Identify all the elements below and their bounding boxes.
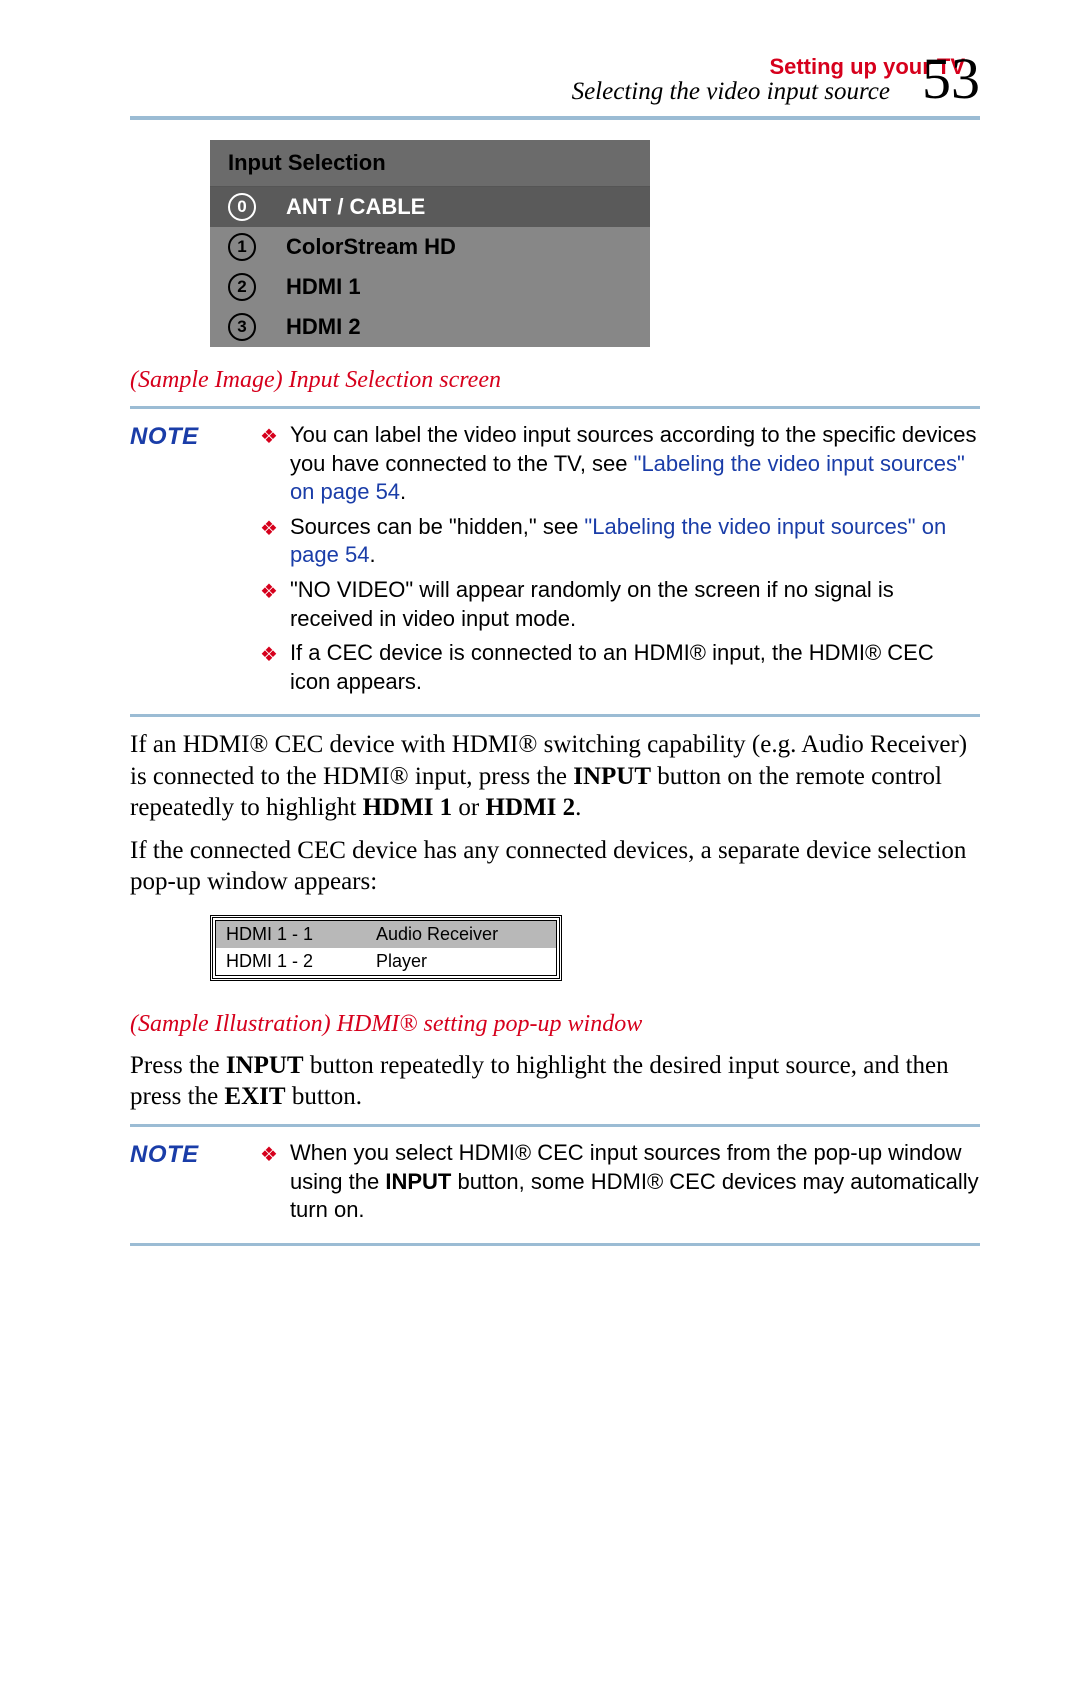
body-paragraph: If an HDMI® CEC device with HDMI® switch… bbox=[130, 729, 980, 823]
page-number: 53 bbox=[922, 45, 980, 112]
divider bbox=[130, 714, 980, 717]
popup-row: HDMI 1 - 1 Audio Receiver bbox=[216, 921, 556, 948]
input-item-hdmi1: 2 HDMI 1 bbox=[210, 267, 650, 307]
input-selection-title: Input Selection bbox=[210, 140, 650, 187]
divider bbox=[130, 1243, 980, 1246]
diamond-bullet-icon: ❖ bbox=[260, 424, 278, 450]
figure-caption: (Sample Illustration) HDMI® setting pop-… bbox=[130, 1011, 980, 1038]
popup-device: Player bbox=[366, 948, 556, 975]
input-number-icon: 1 bbox=[228, 233, 256, 261]
diamond-bullet-icon: ❖ bbox=[260, 516, 278, 542]
diamond-bullet-icon: ❖ bbox=[260, 642, 278, 668]
popup-port: HDMI 1 - 2 bbox=[216, 948, 366, 975]
input-number-icon: 0 bbox=[228, 193, 256, 221]
note-label: NOTE bbox=[130, 1139, 260, 1170]
note-bullet: ❖ "NO VIDEO" will appear randomly on the… bbox=[260, 576, 980, 633]
input-item-ant-cable: 0 ANT / CABLE bbox=[210, 187, 650, 227]
input-selection-screen: Input Selection 0 ANT / CABLE 1 ColorStr… bbox=[210, 140, 650, 347]
note-block: NOTE ❖ When you select HDMI® CEC input s… bbox=[130, 1139, 980, 1231]
input-label: ColorStream HD bbox=[286, 234, 456, 260]
note-bullet: ❖ When you select HDMI® CEC input source… bbox=[260, 1139, 980, 1225]
note-text: "NO VIDEO" will appear randomly on the s… bbox=[290, 576, 980, 633]
popup-port: HDMI 1 - 1 bbox=[216, 921, 366, 948]
hdmi-popup-window: HDMI 1 - 1 Audio Receiver HDMI 1 - 2 Pla… bbox=[210, 915, 562, 981]
note-text: If a CEC device is connected to an HDMI®… bbox=[290, 639, 980, 696]
popup-device: Audio Receiver bbox=[366, 921, 556, 948]
input-label: ANT / CABLE bbox=[286, 194, 425, 220]
note-text: When you select HDMI® CEC input sources … bbox=[290, 1139, 980, 1225]
input-number-icon: 3 bbox=[228, 313, 256, 341]
input-label: HDMI 2 bbox=[286, 314, 361, 340]
note-text: Sources can be "hidden," see "Labeling t… bbox=[290, 513, 980, 570]
note-bullet: ❖ Sources can be "hidden," see "Labeling… bbox=[260, 513, 980, 570]
input-item-hdmi2: 3 HDMI 2 bbox=[210, 307, 650, 347]
page-header: Setting up your TV 53 Selecting the vide… bbox=[130, 50, 980, 106]
body-paragraph: Press the INPUT button repeatedly to hig… bbox=[130, 1050, 980, 1113]
note-label: NOTE bbox=[130, 421, 260, 452]
divider bbox=[130, 1124, 980, 1127]
input-item-colorstream: 1 ColorStream HD bbox=[210, 227, 650, 267]
diamond-bullet-icon: ❖ bbox=[260, 1142, 278, 1168]
body-paragraph: If the connected CEC device has any conn… bbox=[130, 835, 980, 898]
note-bullet: ❖ You can label the video input sources … bbox=[260, 421, 980, 507]
divider bbox=[130, 406, 980, 409]
note-text: You can label the video input sources ac… bbox=[290, 421, 980, 507]
diamond-bullet-icon: ❖ bbox=[260, 579, 278, 605]
input-label: HDMI 1 bbox=[286, 274, 361, 300]
divider bbox=[130, 116, 980, 120]
input-number-icon: 2 bbox=[228, 273, 256, 301]
figure-caption: (Sample Image) Input Selection screen bbox=[130, 367, 980, 394]
note-block: NOTE ❖ You can label the video input sou… bbox=[130, 421, 980, 702]
section-title: Selecting the video input source bbox=[130, 78, 890, 106]
note-bullet: ❖ If a CEC device is connected to an HDM… bbox=[260, 639, 980, 696]
popup-row: HDMI 1 - 2 Player bbox=[216, 948, 556, 975]
